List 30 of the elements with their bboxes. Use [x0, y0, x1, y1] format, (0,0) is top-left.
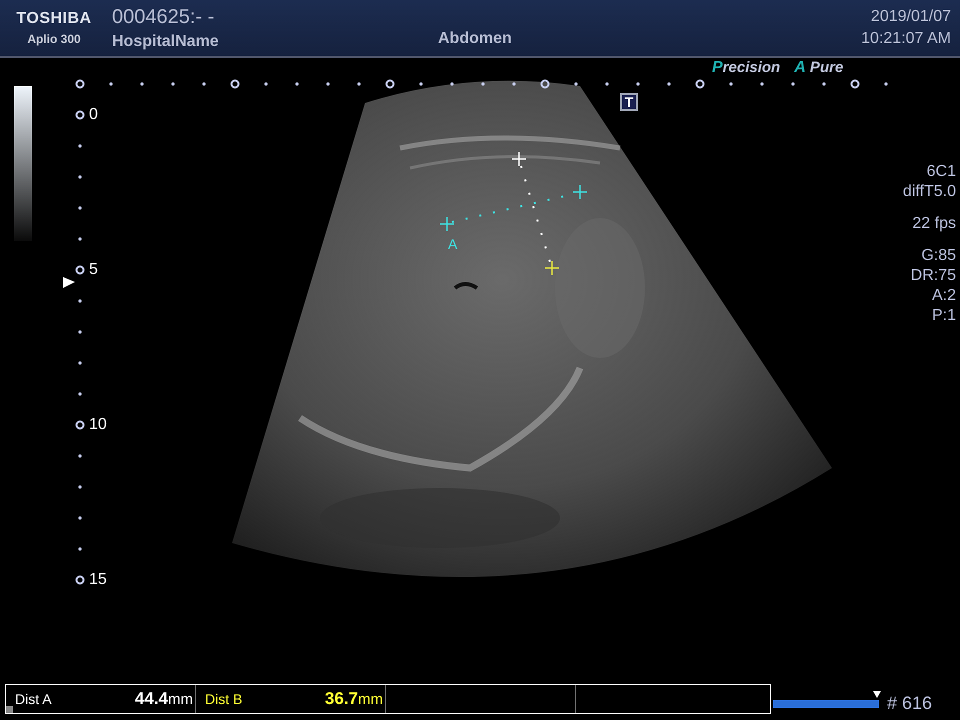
patient-id: 0004625:- -	[112, 6, 216, 28]
exam-time: 10:21:07 AM	[861, 30, 951, 48]
image-mode-label: Precision	[712, 59, 780, 77]
corner-marker	[6, 706, 13, 713]
depth-label: 0	[89, 105, 98, 125]
depth-label: 5	[89, 260, 98, 280]
scan-parameter: P:1	[932, 306, 956, 326]
scan-parameter: A:2	[932, 286, 956, 306]
model-name: Aplio 300	[27, 32, 81, 46]
scan-parameter: G:85	[921, 246, 956, 266]
measurement-value: 36.7mm	[324, 689, 383, 709]
frame-counter: # 616	[887, 692, 932, 714]
exam-preset: Abdomen	[438, 30, 513, 48]
measurement-value: 44.4mm	[134, 689, 193, 709]
measurement-label: Dist B	[205, 691, 242, 707]
scan-parameter: 22 fps	[912, 214, 956, 234]
image-mode-label: A Pure	[794, 59, 844, 77]
scan-parameter: diffT5.0	[902, 182, 956, 202]
exam-date: 2019/01/07	[870, 8, 951, 26]
orientation-mark: T	[620, 93, 638, 111]
scan-parameter: 6C1	[926, 162, 956, 182]
depth-label: 15	[89, 570, 107, 590]
cine-position-marker-icon[interactable]	[873, 691, 881, 698]
measurement-label: Dist A	[15, 691, 52, 707]
scan-parameter: DR:75	[910, 266, 956, 286]
caliper-label: A	[448, 236, 458, 252]
brand-logo: TOSHIBA	[16, 10, 92, 28]
depth-label: 10	[89, 415, 107, 435]
focus-marker-icon	[63, 277, 75, 288]
hospital-name: HospitalName	[112, 32, 220, 50]
